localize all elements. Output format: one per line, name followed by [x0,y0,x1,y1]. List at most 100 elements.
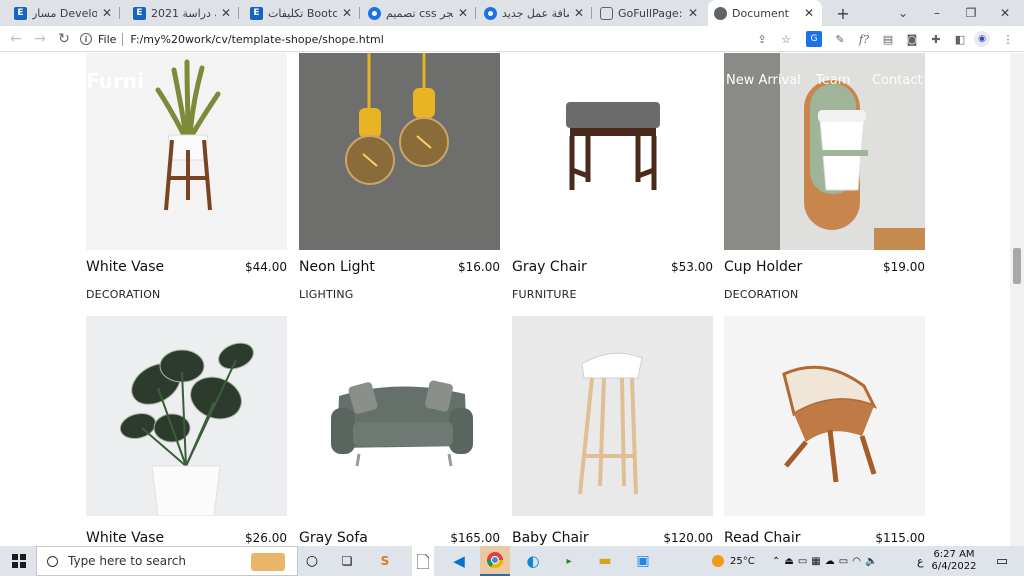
notifications-icon[interactable]: ▭ [990,546,1014,576]
tab-study-plan[interactable]: E خطة دراسة 2021 ✕ [127,0,239,26]
product-image-anthurium-plant [86,316,287,516]
nav-team[interactable]: Team [816,73,850,88]
function-extension-icon[interactable]: f? [856,31,872,47]
nav-shop[interactable]: Shop [599,73,632,88]
share-icon[interactable]: ⇪ [754,31,770,47]
clock-time: 6:27 AM [933,549,975,560]
camera-extension-icon[interactable]: ◙ [904,31,920,47]
new-tab-button[interactable]: + [826,0,860,26]
windows-start-icon[interactable] [6,546,32,576]
clock-date: 6/4/2022 [931,561,977,572]
input-language[interactable]: ع [917,546,924,576]
product-card[interactable]: White Vase $26.00 [86,316,287,546]
search-highlight-image [251,553,285,571]
tab-bootcamp[interactable]: E تكليفات Bootcamp ✕ [244,0,360,26]
menu-dots-icon[interactable]: ⋮ [1000,31,1016,47]
camera-icon [600,6,613,20]
weather-widget[interactable]: 25°C [712,546,755,576]
close-tab-icon[interactable]: ✕ [572,6,586,20]
product-name[interactable]: Gray Sofa [299,530,368,546]
product-card[interactable]: Baby Chair $120.00 [512,316,713,546]
product-card[interactable]: Gray Sofa $165.00 [299,316,500,546]
window-extension-icon[interactable]: ▤ [880,31,896,47]
close-tab-icon[interactable]: ✕ [100,6,114,20]
product-category: LIGHTING [299,288,354,301]
browser-toolbar: ← → ↻ i File F:/my%20work/cv/template-sh… [0,26,1024,52]
site-logo[interactable]: Furni [86,69,144,93]
volume-icon[interactable]: 🔈 [865,556,881,567]
close-tab-icon[interactable]: ✕ [340,6,354,20]
tab-css-store[interactable]: تصميم css لمتجر ✕ [362,0,476,26]
product-price: $44.00 [245,260,287,274]
info-icon[interactable]: i [80,33,92,45]
product-card[interactable]: Read Chair $115.00 [724,316,925,546]
tab-add-work[interactable]: إضافة عمل جديد ✕ [478,0,592,26]
system-tray-icons[interactable]: ⌃ ⏏ ▭ ▦ ☁ ▭ ◠ 🔈 [772,546,881,576]
close-tab-icon[interactable]: ✕ [686,6,700,20]
tab-document[interactable]: Document ✕ [708,0,822,26]
product-image-gray-sofa [299,316,500,516]
bookmark-star-icon[interactable]: ☆ [778,31,794,47]
page-scrollbar[interactable] [1010,53,1024,546]
cortana-icon[interactable]: ○ [302,546,322,576]
nav-new-arrival[interactable]: New Arrival [726,73,801,88]
e-icon: E [133,6,146,20]
scrollbar-thumb[interactable] [1013,248,1021,284]
sublime-text-icon[interactable]: S [374,546,396,576]
chevron-up-icon[interactable]: ⌃ [772,556,784,567]
close-tab-icon[interactable]: ✕ [219,6,233,20]
nav-contact[interactable]: Contact [872,73,923,88]
restore-button[interactable]: ❐ [954,0,988,26]
task-view-icon[interactable]: ❏ [336,546,358,576]
product-image-baby-chair [512,316,713,516]
nav-home[interactable]: Home [540,73,578,88]
photos-icon[interactable]: ▣ [630,546,656,576]
usb-icon[interactable]: ⏏ [784,556,797,567]
close-tab-icon[interactable]: ✕ [802,6,816,20]
side-panel-icon[interactable]: ◧ [952,31,968,47]
security-icon[interactable]: ▦ [811,556,824,567]
close-window-button[interactable]: ✕ [988,0,1022,26]
taskbar-clock[interactable]: 6:27 AM 6/4/2022 [926,549,982,573]
taskbar-search-input[interactable]: Type here to search [36,546,298,576]
ring-icon [368,6,381,20]
product-name[interactable]: Cup Holder [724,259,802,275]
address-bar[interactable]: i File F:/my%20work/cv/template-shope/sh… [80,28,384,50]
reload-icon[interactable]: ↻ [52,26,76,52]
product-name[interactable]: Read Chair [724,530,801,546]
app-icon[interactable]: ▸ [558,546,580,576]
close-tab-icon[interactable]: ✕ [456,6,470,20]
product-price: $115.00 [875,531,925,545]
nav-features[interactable]: Features [651,73,707,88]
battery-icon[interactable]: ▭ [839,556,852,567]
tab-search-button[interactable]: ⌄ [886,0,920,26]
globe-icon [714,6,727,20]
forward-arrow-icon[interactable]: → [28,26,52,52]
edge-icon[interactable]: ◐ [520,546,546,576]
file-explorer-icon[interactable]: ▬ [592,546,618,576]
meet-icon[interactable]: ▭ [798,556,811,567]
browser-tab-strip: E مسار Developer ✕ E خطة دراسة 2021 ✕ E … [0,0,1024,26]
product-name[interactable]: Baby Chair [512,530,589,546]
product-price: $53.00 [671,260,713,274]
back-arrow-icon[interactable]: ← [4,26,28,52]
file-icon[interactable] [412,546,434,576]
product-name[interactable]: White Vase [86,259,164,275]
product-name[interactable]: White Vase [86,530,164,546]
onedrive-icon[interactable]: ☁ [825,556,839,567]
product-name[interactable]: Gray Chair [512,259,587,275]
wifi-icon[interactable]: ◠ [852,556,865,567]
tab-gofullpage[interactable]: GoFullPage: Editor ✕ [594,0,706,26]
minimize-button[interactable]: – [920,0,954,26]
scheme-label: File [98,32,117,46]
tab-developer[interactable]: E مسار Developer ✕ [8,0,120,26]
url-text[interactable]: F:/my%20work/cv/template-shope/shope.htm… [130,33,383,46]
product-category: DECORATION [86,288,161,301]
product-name[interactable]: Neon Light [299,259,375,275]
vscode-icon[interactable]: ◀ [446,546,472,576]
eyedropper-extension-icon[interactable]: ✎ [832,31,848,47]
translate-extension-icon[interactable]: G [806,31,822,47]
extensions-puzzle-icon[interactable]: ✚ [928,31,944,47]
profile-avatar[interactable]: ◉ [974,31,990,47]
chrome-icon[interactable] [480,546,510,576]
